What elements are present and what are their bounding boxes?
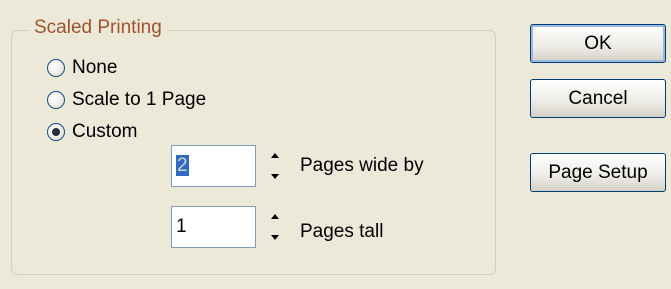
pages-wide-value: 2	[176, 155, 189, 176]
radio-scale-label: Scale to 1 Page	[72, 89, 207, 110]
pages-tall-spinner[interactable]	[264, 206, 286, 248]
pages-wide-spinner[interactable]	[264, 145, 286, 187]
page-setup-button[interactable]: Page Setup	[530, 153, 666, 192]
pages-wide-up-arrow[interactable]	[264, 145, 286, 165]
chevron-down-icon	[271, 234, 279, 240]
radio-custom[interactable]: Custom	[47, 120, 137, 144]
pages-tall-value: 1	[176, 216, 187, 237]
chevron-up-icon	[271, 213, 279, 219]
group-title: Scaled Printing	[29, 17, 167, 39]
pages-wide-down-arrow[interactable]	[264, 166, 286, 186]
ok-button[interactable]: OK	[530, 24, 666, 63]
pages-wide-input[interactable]: 2	[171, 145, 256, 187]
pages-tall-down-arrow[interactable]	[264, 227, 286, 247]
pages-wide-label: Pages wide by	[300, 155, 424, 176]
radio-scale-circle[interactable]	[47, 91, 65, 109]
radio-none-circle[interactable]	[47, 59, 65, 77]
radio-custom-circle[interactable]	[47, 123, 65, 141]
pages-tall-label: Pages tall	[300, 221, 384, 242]
chevron-up-icon	[271, 152, 279, 158]
radio-none[interactable]: None	[47, 56, 117, 80]
radio-scale-to-1-page[interactable]: Scale to 1 Page	[47, 88, 206, 112]
chevron-down-icon	[271, 173, 279, 179]
pages-tall-input[interactable]: 1	[171, 206, 256, 248]
radio-none-label: None	[72, 57, 118, 78]
cancel-button[interactable]: Cancel	[530, 79, 666, 118]
radio-custom-label: Custom	[72, 121, 138, 142]
pages-tall-up-arrow[interactable]	[264, 206, 286, 226]
